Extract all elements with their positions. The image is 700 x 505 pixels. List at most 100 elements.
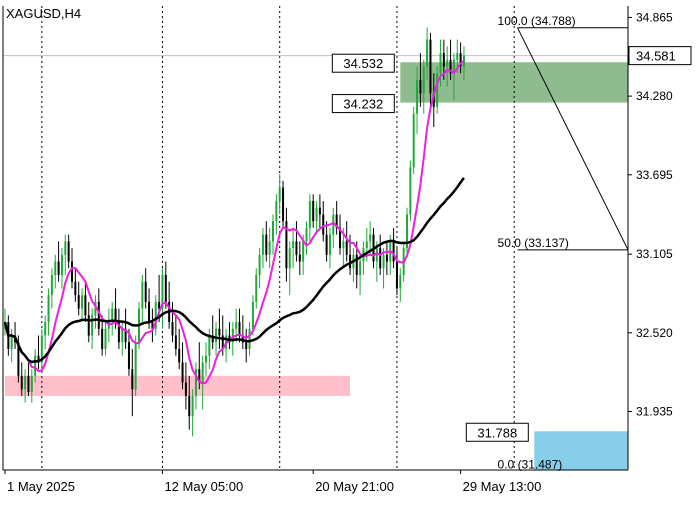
candle-bearish: [218, 328, 221, 336]
x-tick-label: 12 May 05:00: [164, 479, 243, 494]
candle-bullish: [54, 261, 57, 275]
candle-bearish: [318, 207, 321, 215]
candle-bullish: [215, 328, 218, 343]
candle-bearish: [379, 248, 382, 269]
candle-bullish: [104, 328, 107, 349]
candle-bearish: [392, 241, 395, 262]
candle-bullish: [399, 274, 402, 289]
candle-bearish: [395, 261, 398, 289]
candle-bullish: [44, 322, 47, 336]
candle-bullish: [248, 328, 251, 349]
candle-bearish: [322, 214, 325, 235]
candle-bearish: [188, 396, 191, 417]
candle-bullish: [422, 66, 425, 94]
candle-bullish: [436, 73, 439, 107]
candle-bullish: [235, 322, 238, 329]
candle-bullish: [261, 234, 264, 255]
y-tick-label: 33.695: [636, 168, 673, 182]
candle-bearish: [174, 335, 177, 349]
candle-bullish: [268, 241, 271, 255]
candle-bullish: [446, 59, 449, 67]
candle-bearish: [385, 254, 388, 262]
candle-bearish: [131, 369, 134, 390]
candle-bearish: [298, 254, 301, 262]
candle-bullish: [288, 248, 291, 269]
candle-bearish: [158, 301, 161, 309]
y-tick-label: 34.280: [636, 89, 673, 103]
current-price-label: 34.581: [636, 49, 676, 64]
candle-bearish: [325, 234, 328, 255]
candle-bearish: [57, 261, 60, 275]
candle-bullish: [359, 261, 362, 275]
y-tick-label: 33.105: [636, 247, 673, 261]
candle-bullish: [81, 295, 84, 309]
candle-bullish: [34, 355, 37, 376]
candle-bullish: [412, 113, 415, 168]
candle-bullish: [369, 234, 372, 242]
candle-bearish: [429, 39, 432, 94]
candle-bullish: [134, 342, 137, 390]
candle-bullish: [47, 295, 50, 323]
candle-bearish: [74, 281, 77, 296]
candle-bearish: [282, 187, 285, 222]
candle-bullish: [205, 355, 207, 363]
candle-bullish: [208, 335, 211, 356]
y-tick-label: 32.520: [636, 326, 673, 340]
candle-bullish: [121, 328, 124, 343]
candle-bearish: [171, 322, 174, 336]
fibonacci-level-label: 100.0 (34.788): [498, 14, 576, 28]
candle-bearish: [20, 375, 23, 390]
y-tick-label: 34.865: [636, 10, 673, 24]
zone-value-label: 31.788: [477, 425, 517, 440]
candle-bearish: [77, 295, 80, 309]
fibonacci-level-label: 50.0 (33.137): [498, 236, 569, 250]
candle-bearish: [101, 328, 104, 349]
candle-bullish: [91, 315, 94, 336]
zone-support: [5, 375, 351, 397]
candle-bearish: [87, 315, 90, 336]
candle-bearish: [245, 342, 248, 349]
candle-bearish: [71, 261, 73, 282]
x-tick-label: 1 May 2025: [7, 479, 75, 494]
candle-bearish: [84, 295, 87, 316]
zone-value-label: 34.232: [343, 97, 383, 112]
candle-bearish: [127, 342, 130, 370]
candle-bullish: [302, 241, 305, 262]
candle-bullish: [409, 167, 412, 215]
candle-bullish: [191, 396, 194, 417]
candle-bearish: [67, 241, 70, 262]
candle-bearish: [238, 322, 241, 336]
candle-bullish: [308, 201, 311, 228]
candle-bullish: [328, 234, 331, 255]
y-tick-label: 31.935: [636, 404, 673, 418]
candle-bullish: [258, 254, 261, 275]
candle-bullish: [416, 79, 419, 114]
chart-symbol-title: XAGUSD,H4: [6, 6, 81, 21]
price-chart[interactable]: 100.0 (34.788)50.0 (33.137)0.0 (31.487) …: [0, 0, 700, 500]
candle-bearish: [295, 241, 298, 255]
candle-bearish: [181, 362, 184, 383]
candle-bearish: [178, 348, 181, 363]
candle-bullish: [278, 187, 281, 202]
candle-bullish: [201, 362, 204, 383]
candle-bullish: [456, 53, 459, 60]
candle-bullish: [30, 375, 33, 392]
x-tick-label: 20 May 21:00: [315, 479, 394, 494]
candle-bearish: [265, 234, 268, 255]
candle-bearish: [312, 201, 315, 222]
candle-bullish: [315, 207, 318, 222]
candle-bullish: [305, 227, 308, 242]
candle-bullish: [426, 39, 429, 67]
candle-bullish: [275, 201, 278, 222]
candle-bullish: [50, 274, 53, 296]
candle-bearish: [148, 301, 151, 323]
candle-bearish: [419, 79, 422, 94]
candle-bullish: [24, 375, 27, 390]
candle-bullish: [439, 53, 442, 74]
candle-bullish: [342, 241, 345, 249]
candle-bearish: [164, 274, 167, 302]
candle-bullish: [382, 254, 385, 269]
candle-bullish: [251, 301, 254, 329]
candle-bullish: [365, 241, 368, 249]
chart-container: 100.0 (34.788) 50.0 (33.137) 0.0 (31.487) …: [0, 0, 700, 500]
